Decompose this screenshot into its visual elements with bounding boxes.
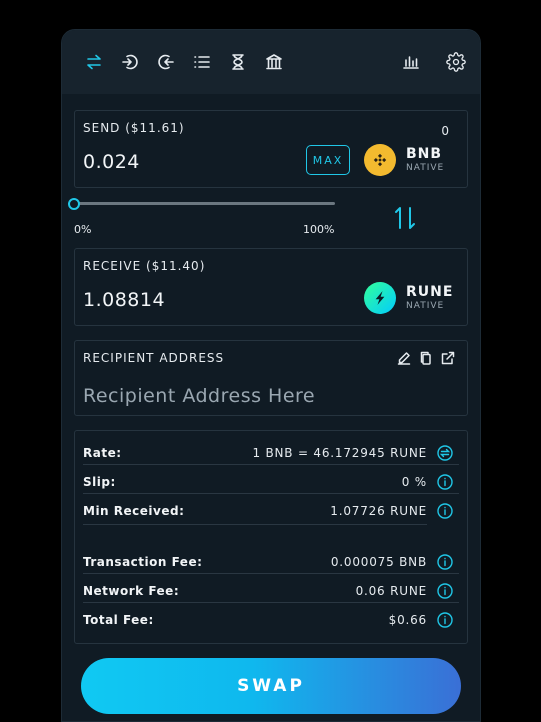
network-fee-info-button[interactable] (437, 582, 453, 599)
rate-value: 1 BNB = 46.172945 RUNE (252, 445, 427, 460)
list-tab[interactable] (190, 50, 214, 74)
send-label: SEND ($11.61) (83, 121, 185, 135)
total-fee-value: $0.66 (388, 613, 427, 627)
receive-card: RECEIVE ($11.40) 1.08814 RUNE NATIVE (74, 248, 468, 326)
send-amount-input[interactable]: 0.024 (83, 151, 140, 173)
send-asset-name: BNB (406, 146, 443, 162)
settings-button[interactable] (444, 50, 468, 74)
network-fee-label: Network Fee: (83, 583, 180, 598)
refresh-icon (437, 444, 453, 461)
gear-icon (446, 52, 466, 72)
slip-info-button[interactable] (437, 473, 453, 490)
stats-button[interactable] (399, 50, 423, 74)
copy-address-button[interactable] (419, 351, 433, 365)
swap-arrows-icon (87, 54, 101, 70)
info-icon (437, 553, 453, 570)
max-button[interactable]: MAX (306, 145, 350, 175)
external-link-icon (441, 351, 455, 365)
copy-icon (420, 351, 431, 365)
open-explorer-button[interactable] (441, 351, 455, 365)
hourglass-icon (232, 54, 244, 70)
divider (83, 524, 427, 525)
send-card: SEND ($11.61) 0.024 MAX 0 BNB NATIVE (74, 110, 468, 188)
receive-asset-chain: NATIVE (406, 301, 445, 311)
withdraw-icon (158, 54, 174, 70)
slip-label: Slip: (83, 474, 116, 489)
add-liquidity-icon (122, 54, 138, 70)
receive-asset-selector[interactable]: RUNE NATIVE (364, 282, 453, 314)
edit-address-button[interactable] (397, 351, 411, 365)
add-liquidity-tab[interactable] (118, 50, 142, 74)
info-icon (437, 612, 453, 628)
transaction-fee-info-button[interactable] (437, 553, 453, 570)
bank-tab[interactable] (262, 50, 286, 74)
network-fee-value: 0.06 RUNE (355, 583, 427, 598)
send-asset-chain: NATIVE (406, 163, 445, 173)
min-received-info-button[interactable] (437, 503, 453, 519)
toolbar (62, 30, 480, 94)
chart-icon (403, 56, 419, 69)
withdraw-tab[interactable] (154, 50, 178, 74)
receive-label: RECEIVE ($11.40) (83, 259, 206, 273)
recipient-label: RECIPIENT ADDRESS (83, 351, 225, 365)
rate-row: Rate: 1 BNB = 46.172945 RUNE (83, 441, 459, 465)
info-icon (437, 473, 453, 490)
list-icon (194, 56, 210, 68)
min-received-value: 1.07726 RUNE (330, 504, 427, 518)
send-balance: 0 (441, 124, 449, 138)
total-fee-row: Total Fee: $0.66 (83, 608, 459, 632)
bank-icon (266, 54, 282, 70)
slip-row: Slip: 0 % (83, 470, 459, 494)
total-fee-info-button[interactable] (437, 612, 453, 628)
slider-max-label: 100% (303, 223, 335, 236)
network-fee-row: Network Fee: 0.06 RUNE (83, 579, 459, 603)
recipient-address-input[interactable]: Recipient Address Here (83, 385, 315, 407)
pending-tab[interactable] (226, 50, 250, 74)
swap-tab[interactable] (82, 50, 106, 74)
swap-details: Rate: 1 BNB = 46.172945 RUNE Slip: 0 % M… (74, 430, 468, 644)
transaction-fee-label: Transaction Fee: (83, 554, 203, 569)
amount-slider-track[interactable] (74, 202, 335, 205)
rate-label: Rate: (83, 445, 122, 460)
min-received-row: Min Received: 1.07726 RUNE (83, 499, 459, 523)
send-asset-selector[interactable]: BNB NATIVE (364, 144, 444, 176)
rune-logo-icon (364, 282, 396, 314)
bnb-logo-icon (364, 144, 396, 176)
pencil-icon (397, 352, 411, 365)
info-icon (437, 503, 453, 519)
transaction-fee-value: 0.000075 BNB (330, 554, 427, 569)
receive-asset-name: RUNE (406, 284, 454, 300)
receive-amount: 1.08814 (83, 289, 166, 311)
transaction-fee-row: Transaction Fee: 0.000075 BNB (83, 550, 459, 574)
swap-panel: SEND ($11.61) 0.024 MAX 0 BNB NATIVE 0% … (61, 29, 481, 722)
slip-value: 0 % (401, 474, 427, 489)
total-fee-label: Total Fee: (83, 613, 154, 627)
min-received-label: Min Received: (83, 504, 185, 518)
reverse-rate-button[interactable] (437, 444, 453, 461)
flip-assets-button[interactable] (393, 205, 417, 231)
recipient-card: RECIPIENT ADDRESS Recipient Address Here (74, 340, 468, 416)
swap-button[interactable]: SWAP (81, 658, 461, 714)
slider-min-label: 0% (74, 223, 92, 236)
info-icon (437, 582, 453, 599)
swap-vertical-icon (395, 207, 415, 229)
amount-slider-handle[interactable] (68, 198, 80, 210)
